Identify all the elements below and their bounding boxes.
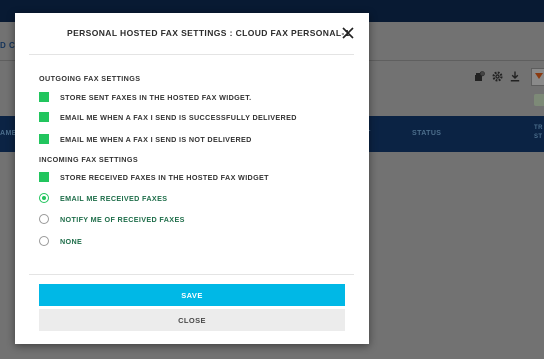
option-label: STORE RECEIVED FAXES IN THE HOSTED FAX W… [60, 172, 269, 182]
status-chip [534, 94, 544, 106]
option-label: NONE [60, 236, 83, 246]
close-button[interactable]: CLOSE [39, 309, 345, 331]
fax-settings-dialog: PERSONAL HOSTED FAX SETTINGS : CLOUD FAX… [15, 13, 369, 344]
email-not-delivered-checkbox[interactable]: EMAIL ME WHEN A FAX I SEND IS NOT DELIVE… [39, 133, 252, 145]
title-divider [29, 54, 354, 55]
none-radio[interactable]: NONE [39, 235, 82, 247]
checkbox-checked[interactable] [39, 134, 49, 144]
filter-icon [535, 73, 543, 79]
breadcrumb[interactable]: D C [0, 41, 15, 50]
store-received-faxes-checkbox[interactable]: STORE RECEIVED FAXES IN THE HOSTED FAX W… [39, 171, 269, 183]
option-label: EMAIL ME WHEN A FAX I SEND IS NOT DELIVE… [60, 134, 252, 144]
dialog-title: PERSONAL HOSTED FAX SETTINGS : CLOUD FAX… [67, 28, 350, 38]
store-sent-faxes-checkbox[interactable]: STORE SENT FAXES IN THE HOSTED FAX WIDGE… [39, 91, 251, 103]
checkbox-checked[interactable] [39, 172, 49, 182]
outgoing-section-heading: OUTGOING FAX SETTINGS [39, 74, 141, 83]
column-header-status[interactable]: STATUS [412, 130, 441, 137]
option-label: EMAIL ME WHEN A FAX I SEND IS SUCCESSFUL… [60, 112, 297, 122]
close-icon[interactable] [341, 26, 355, 40]
notify-received-radio[interactable]: NOTIFY ME OF RECEIVED FAXES [39, 213, 185, 225]
radio-selected[interactable] [39, 193, 49, 203]
option-label: EMAIL ME RECEIVED FAXES [60, 193, 168, 203]
download-icon[interactable] [510, 71, 520, 82]
filter-button[interactable] [531, 68, 544, 86]
checkbox-checked[interactable] [39, 112, 49, 122]
gear-icon[interactable] [492, 71, 503, 82]
email-delivered-checkbox[interactable]: EMAIL ME WHEN A FAX I SEND IS SUCCESSFUL… [39, 111, 297, 123]
radio-unselected[interactable] [39, 236, 49, 246]
toolbar-icons [474, 71, 520, 82]
radio-unselected[interactable] [39, 214, 49, 224]
column-header-st: ST [534, 134, 543, 140]
email-received-radio[interactable]: EMAIL ME RECEIVED FAXES [39, 192, 167, 204]
incoming-section-heading: INCOMING FAX SETTINGS [39, 155, 139, 164]
option-label: STORE SENT FAXES IN THE HOSTED FAX WIDGE… [60, 92, 252, 102]
checkbox-checked[interactable] [39, 92, 49, 102]
footer-divider [29, 274, 354, 275]
fax-badge-icon[interactable] [474, 71, 485, 82]
option-label: NOTIFY ME OF RECEIVED FAXES [60, 214, 185, 224]
save-button[interactable]: SAVE [39, 284, 345, 306]
column-header-tr[interactable]: TR [534, 125, 543, 131]
